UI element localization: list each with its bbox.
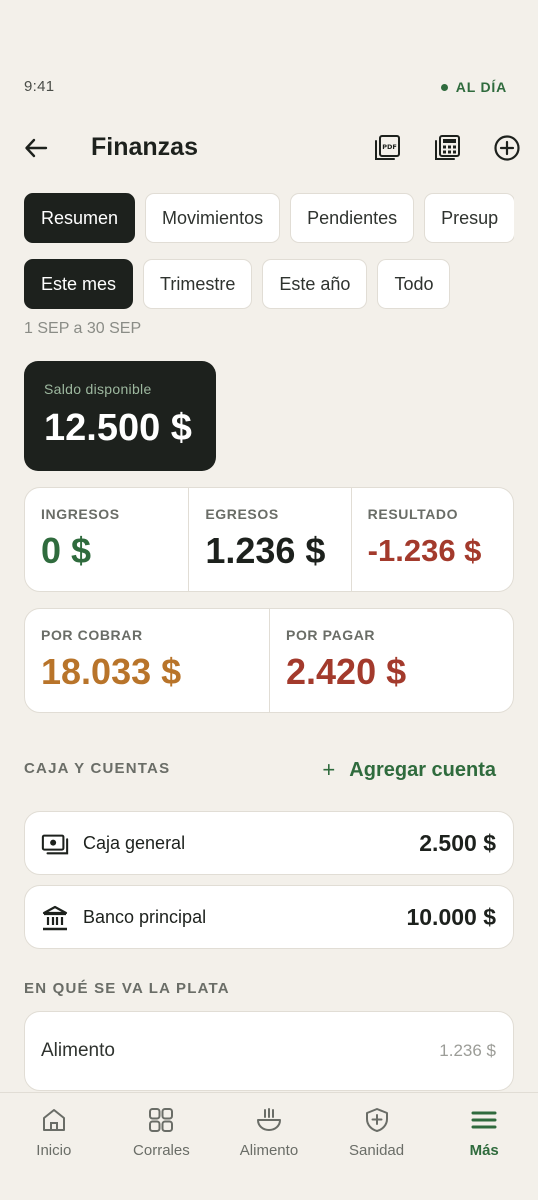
add-account-label: Agregar cuenta bbox=[349, 758, 496, 781]
stat-por-pagar-label: POR PAGAR bbox=[286, 627, 376, 643]
tab-pendientes[interactable]: Pendientes bbox=[290, 193, 415, 243]
bottom-nav: Inicio Corrales Alimento Sanidad Más bbox=[0, 1092, 538, 1200]
add-circle-icon bbox=[494, 135, 520, 161]
spending-section-title: EN QUÉ SE VA LA PLATA bbox=[24, 980, 230, 997]
spending-row-alimento[interactable]: Alimento 1.236 $ bbox=[24, 1011, 514, 1091]
tab-movimientos[interactable]: Movimientos bbox=[145, 193, 281, 243]
nav-label: Alimento bbox=[239, 1142, 299, 1159]
home-icon bbox=[39, 1105, 69, 1135]
add-transaction-button[interactable] bbox=[490, 131, 524, 165]
account-name: Caja general bbox=[83, 833, 186, 853]
account-row-caja[interactable]: Caja general 2.500 $ bbox=[24, 811, 514, 875]
menu-icon bbox=[469, 1105, 499, 1135]
svg-text:PDF: PDF bbox=[382, 143, 397, 151]
stat-egresos: EGRESOS 1.236 $ bbox=[188, 488, 350, 591]
stat-por-cobrar-label: POR COBRAR bbox=[41, 627, 143, 643]
grid-icon bbox=[146, 1105, 176, 1135]
tab-presupuesto[interactable]: Presup bbox=[424, 193, 514, 243]
feed-bowl-icon bbox=[254, 1105, 284, 1135]
stat-resultado-label: RESULTADO bbox=[367, 506, 459, 522]
spending-category-name: Alimento bbox=[41, 1040, 115, 1061]
tab-resumen[interactable]: Resumen bbox=[24, 193, 136, 243]
nav-item-corrales[interactable]: Corrales bbox=[108, 1093, 216, 1200]
stat-egresos-value: 1.236 $ bbox=[205, 530, 326, 571]
stat-ingresos-value: 0 $ bbox=[41, 530, 92, 571]
nav-item-inicio[interactable]: Inicio bbox=[0, 1093, 108, 1200]
spending-category-amount: 1.236 $ bbox=[439, 1041, 496, 1060]
calculator-icon bbox=[435, 135, 460, 160]
section-tabs: Resumen Movimientos Pendientes Presup bbox=[24, 193, 514, 245]
stat-por-cobrar-value: 18.033 $ bbox=[41, 651, 182, 692]
date-range: 1 SEP a 30 SEP bbox=[24, 320, 142, 337]
balance-label: Saldo disponible bbox=[44, 381, 152, 397]
plus-icon: + bbox=[322, 757, 336, 782]
nav-label: Más bbox=[469, 1142, 499, 1159]
bank-icon bbox=[41, 904, 69, 932]
stat-resultado-value: -1.236 $ bbox=[367, 533, 482, 568]
calculator-button[interactable] bbox=[430, 131, 464, 165]
nav-item-sanidad[interactable]: Sanidad bbox=[323, 1093, 431, 1200]
period-este-ano[interactable]: Este año bbox=[262, 259, 368, 309]
nav-label: Inicio bbox=[36, 1142, 72, 1159]
account-amount: 2.500 $ bbox=[419, 830, 496, 856]
nav-item-alimento[interactable]: Alimento bbox=[215, 1093, 323, 1200]
nav-label: Corrales bbox=[133, 1142, 190, 1159]
stat-por-pagar[interactable]: POR PAGAR 2.420 $ bbox=[269, 609, 513, 712]
period-trimestre[interactable]: Trimestre bbox=[143, 259, 253, 309]
nav-label: Sanidad bbox=[349, 1142, 405, 1159]
accounts-section-title: CAJA Y CUENTAS bbox=[24, 760, 171, 777]
sync-status: AL DÍA bbox=[440, 79, 507, 95]
stat-resultado: RESULTADO -1.236 $ bbox=[350, 488, 513, 591]
account-name: Banco principal bbox=[83, 907, 207, 927]
balance-card: Saldo disponible 12.500 $ bbox=[24, 361, 216, 471]
stat-egresos-label: EGRESOS bbox=[205, 506, 279, 522]
add-account-button[interactable]: + Agregar cuenta bbox=[322, 757, 496, 783]
status-time: 9:41 bbox=[24, 78, 55, 95]
back-arrow-icon bbox=[25, 138, 48, 158]
pending-card: POR COBRAR 18.033 $ POR PAGAR 2.420 $ bbox=[24, 608, 514, 713]
stat-ingresos: INGRESOS 0 $ bbox=[25, 488, 188, 591]
stat-por-pagar-value: 2.420 $ bbox=[286, 651, 407, 692]
status-bar: 9:41 AL DÍA bbox=[0, 78, 538, 100]
stat-por-cobrar[interactable]: POR COBRAR 18.033 $ bbox=[25, 609, 269, 712]
nav-item-mas[interactable]: Más bbox=[430, 1093, 538, 1200]
stat-ingresos-label: INGRESOS bbox=[41, 506, 120, 522]
summary-card: INGRESOS 0 $ EGRESOS 1.236 $ RESULTADO -… bbox=[24, 487, 514, 592]
cash-icon bbox=[41, 830, 69, 858]
pdf-icon: PDF bbox=[375, 135, 400, 160]
sync-dot-icon bbox=[440, 83, 448, 91]
page-title: Finanzas bbox=[91, 133, 198, 161]
period-este-mes[interactable]: Este mes bbox=[24, 259, 134, 309]
sync-status-label: AL DÍA bbox=[455, 79, 507, 95]
back-button[interactable] bbox=[20, 132, 52, 164]
app-header: Finanzas PDF bbox=[0, 124, 538, 170]
shield-plus-icon bbox=[362, 1105, 392, 1135]
period-todo[interactable]: Todo bbox=[377, 259, 451, 309]
balance-value: 12.500 $ bbox=[44, 407, 192, 449]
export-pdf-button[interactable]: PDF bbox=[370, 131, 404, 165]
account-row-banco[interactable]: Banco principal 10.000 $ bbox=[24, 885, 514, 949]
account-amount: 10.000 $ bbox=[406, 904, 496, 930]
period-filters: Este mes Trimestre Este año Todo bbox=[24, 259, 451, 309]
